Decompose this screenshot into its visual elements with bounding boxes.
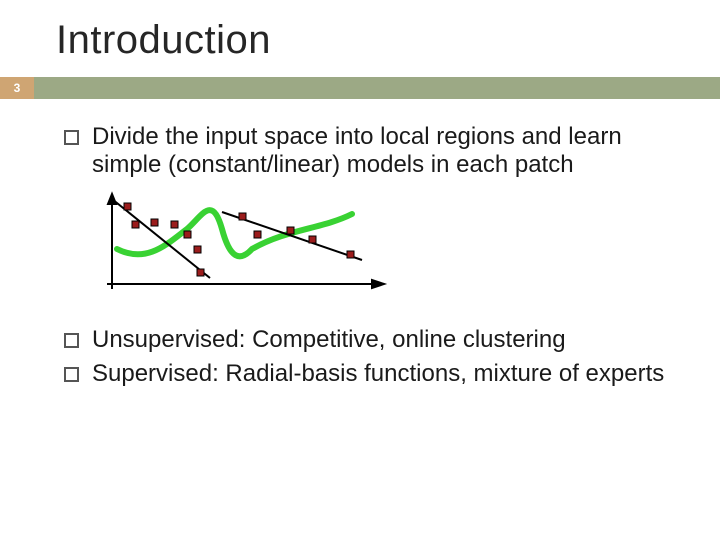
slide-title: Introduction [0, 0, 720, 77]
bullet-list-2: Unsupervised: Competitive, online cluste… [64, 326, 680, 387]
slide: Introduction 3 Divide the input space in… [0, 0, 720, 540]
bullet-item: Supervised: Radial-basis functions, mixt… [64, 360, 680, 388]
local-models-plot [92, 184, 392, 304]
bullet-item: Unsupervised: Competitive, online cluste… [64, 326, 680, 354]
bullet-item: Divide the input space into local region… [64, 123, 680, 178]
bullet-list: Divide the input space into local region… [64, 123, 680, 178]
title-bar: 3 [0, 77, 720, 99]
data-points [124, 203, 354, 276]
page-number-badge: 3 [0, 77, 34, 99]
slide-body: Divide the input space into local region… [0, 99, 720, 387]
axes [107, 194, 384, 289]
accent-bar [34, 77, 720, 99]
local-line-1 [112, 199, 210, 278]
figure [92, 184, 680, 304]
